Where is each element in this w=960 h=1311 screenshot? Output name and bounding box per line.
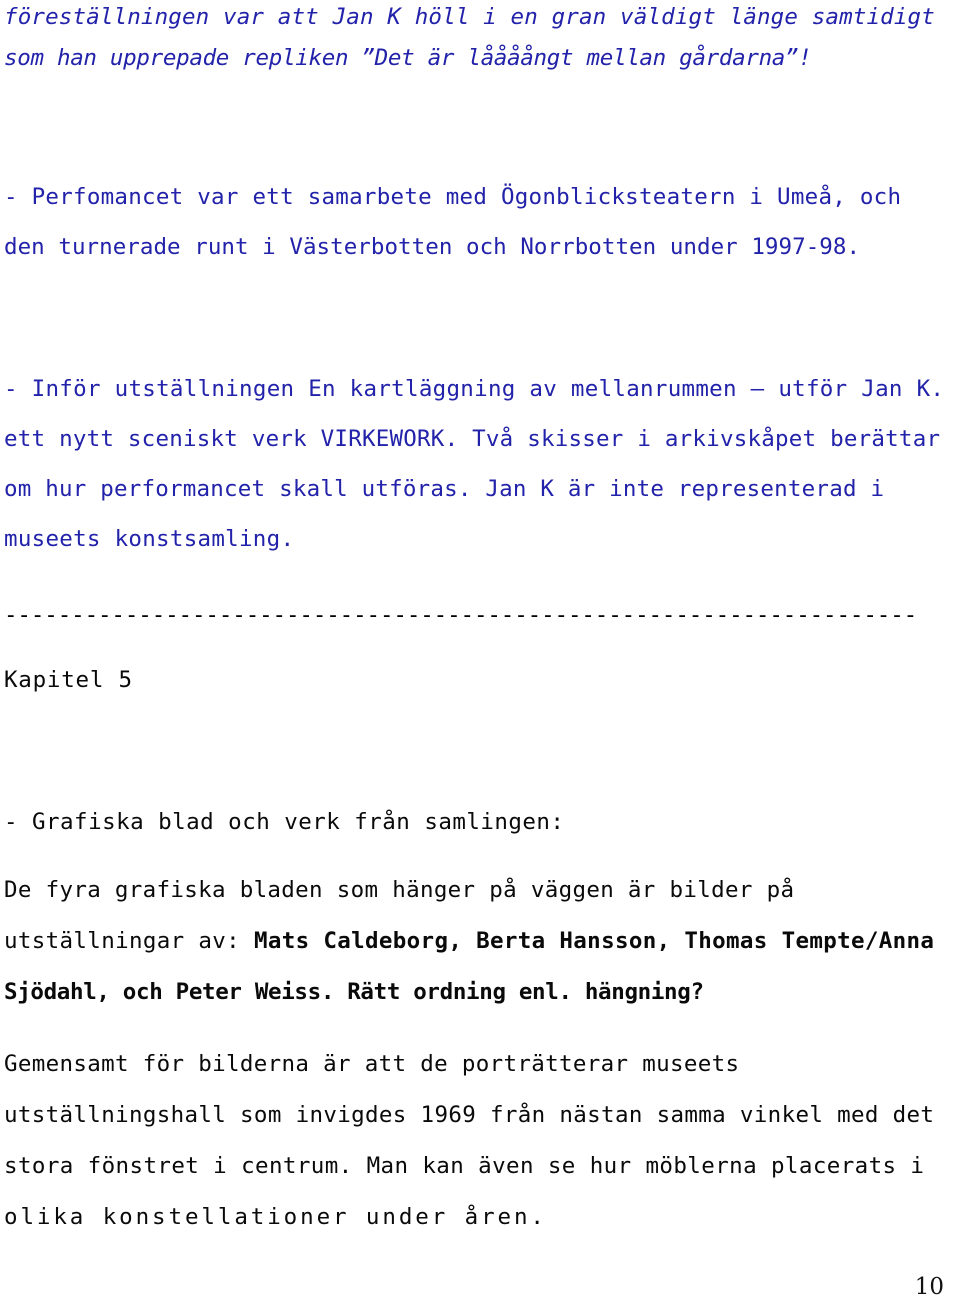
opening-quote-line-1: föreställningen var att Jan K höll i en … [4, 4, 935, 30]
section-heading-grafiska-blad: - Grafiska blad och verk från samlingen: [4, 809, 565, 835]
paragraph-exhibition-line-3: om hur performancet skall utföras. Jan K… [4, 476, 885, 502]
opening-quote-line-2: som han upprepade repliken ”Det är låååå… [4, 45, 812, 71]
paragraph-common-line-2: utställningshall som invigdes 1969 från … [4, 1102, 935, 1128]
artist-names-part-2: Sjödahl, och Peter Weiss. Rätt ordning e… [4, 979, 704, 1005]
paragraph-prints-line-2-plain: utställningar av: [4, 928, 254, 954]
paragraph-exhibition-line-4: museets konstsamling. [4, 526, 295, 552]
page-number: 10 [914, 1274, 944, 1300]
paragraph-common-line-3: stora fönstret i centrum. Man kan även s… [4, 1153, 925, 1179]
chapter-heading: Kapitel 5 [4, 667, 133, 693]
paragraph-common-line-4: olika konstellationer under åren. [4, 1204, 547, 1230]
artist-names-part-1: Mats Caldeborg, Berta Hansson, Thomas Te… [253, 928, 935, 954]
paragraph-prints-line-2: utställningar av: Mats Caldeborg, Berta … [4, 930, 934, 953]
paragraph-performance-line-2: den turnerade runt i Västerbotten och No… [4, 234, 861, 260]
document-page: föreställningen var att Jan K höll i en … [0, 0, 960, 1311]
paragraph-common-line-1: Gemensamt för bilderna är att de porträt… [4, 1051, 740, 1077]
paragraph-exhibition-line-1: - Inför utställningen En kartläggning av… [4, 376, 945, 402]
paragraph-exhibition-line-2: ett nytt sceniskt verk VIRKEWORK. Två sk… [4, 426, 941, 452]
section-separator: ----------------------------------------… [4, 604, 918, 627]
paragraph-performance-line-1: - Perfomancet var ett samarbete med Ögon… [4, 184, 902, 210]
paragraph-prints-line-1: De fyra grafiska bladen som hänger på vä… [4, 877, 795, 903]
